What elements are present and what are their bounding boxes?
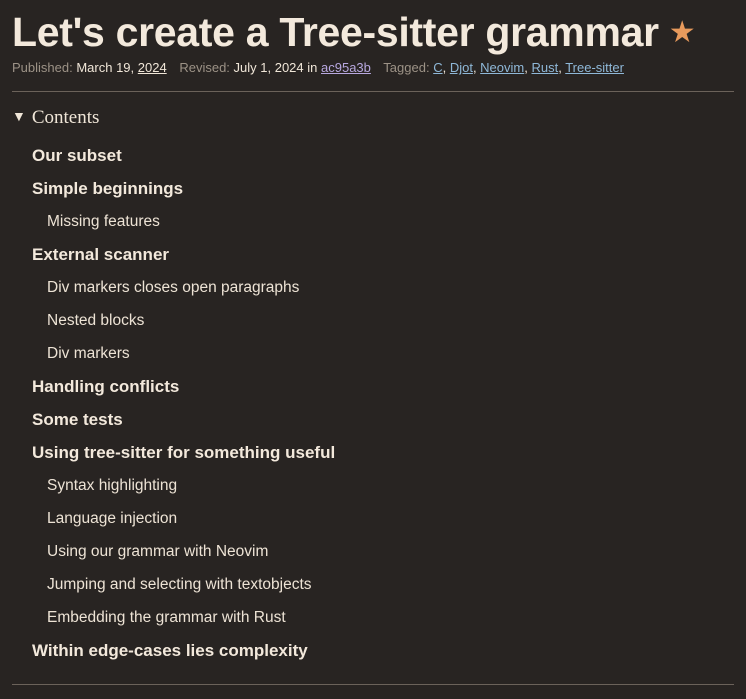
toc-divider [12,684,734,685]
toc-link[interactable]: Using our grammar with Neovim [0,535,335,568]
toc-link[interactable]: Simple beginnings [0,172,335,205]
tag-separator: , [442,60,450,75]
toc-link[interactable]: Our subset [0,139,335,172]
post-meta: Published: March 19, 2024 Revised: July … [12,59,624,77]
toc-link[interactable]: Within edge-cases lies complexity [0,634,335,667]
toc-link[interactable]: Embedding the grammar with Rust [0,601,335,634]
header-divider [12,91,734,92]
revised-date: July 1, 2024 [233,60,304,75]
tagged-label: Tagged: [383,60,430,75]
article-title-text: Let's create a Tree-sitter grammar [12,9,659,55]
toc-toggle[interactable]: ▼ Contents [12,106,99,130]
toc-summary-label: Contents [31,107,100,128]
toc-link[interactable]: Some tests [0,403,335,436]
toc-link[interactable]: Handling conflicts [0,370,335,403]
toc-link[interactable]: Nested blocks [0,304,335,337]
tag-link[interactable]: Tree-sitter [565,60,624,75]
toc-link[interactable]: Language injection [0,502,335,535]
tag-link[interactable]: Rust [531,60,558,75]
toc-link[interactable]: Jumping and selecting with textobjects [0,568,335,601]
tag-link[interactable]: Neovim [480,60,524,75]
tag-link[interactable]: C [433,60,442,75]
tag-list: C, Djot, Neovim, Rust, Tree-sitter [433,60,624,75]
toc-list: Our subset Simple beginnings Missing featu… [0,139,335,667]
published-label: Published: [12,60,73,75]
toc-link[interactable]: Div markers [0,337,335,370]
toc-link[interactable]: Missing features [0,205,335,238]
star-icon: ★ [668,16,696,49]
commit-link[interactable]: ac95a3b [321,60,371,75]
toc-link[interactable]: Div markers closes open paragraphs [0,271,335,304]
toc-link[interactable]: Syntax highlighting [0,469,335,502]
revised-label: Revised: [179,60,230,75]
published-year-link[interactable]: 2024 [138,60,167,75]
tag-link[interactable]: Djot [450,60,473,75]
article-title: Let's create a Tree-sitter grammar ★ [12,6,696,59]
in-label: in [307,60,318,75]
disclosure-triangle-icon: ▼ [12,110,26,125]
toc-link[interactable]: Using tree-sitter for something useful [0,436,335,469]
toc-link[interactable]: External scanner [0,238,335,271]
published-day: March 19, [76,60,135,75]
